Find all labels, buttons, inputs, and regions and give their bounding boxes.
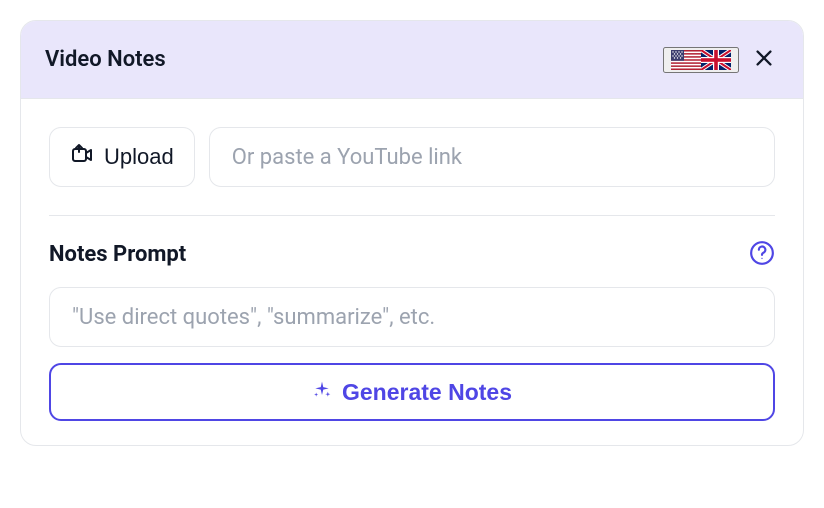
generate-notes-button[interactable]: Generate Notes (49, 363, 775, 421)
close-button[interactable] (749, 43, 779, 76)
card-body: Upload Notes Prompt (21, 99, 803, 445)
video-notes-card: Video Notes (20, 20, 804, 446)
upload-button-label: Upload (104, 144, 174, 170)
flag-us-icon (671, 50, 701, 70)
source-row: Upload (49, 127, 775, 187)
video-upload-icon (70, 142, 94, 172)
sparkles-icon (312, 379, 332, 406)
close-icon (753, 47, 775, 72)
card-title: Video Notes (45, 47, 166, 72)
generate-button-label: Generate Notes (342, 379, 512, 406)
youtube-link-input[interactable] (209, 127, 775, 187)
header-controls (663, 43, 779, 76)
prompt-help-button[interactable] (749, 240, 775, 269)
prompt-section-title: Notes Prompt (49, 242, 186, 267)
card-header: Video Notes (21, 21, 803, 99)
prompt-section-head: Notes Prompt (49, 240, 775, 269)
locale-switch[interactable] (663, 47, 739, 73)
flag-uk-icon (701, 50, 731, 70)
help-icon (749, 240, 775, 269)
divider (49, 215, 775, 216)
notes-prompt-input[interactable] (49, 287, 775, 347)
upload-button[interactable]: Upload (49, 127, 195, 187)
